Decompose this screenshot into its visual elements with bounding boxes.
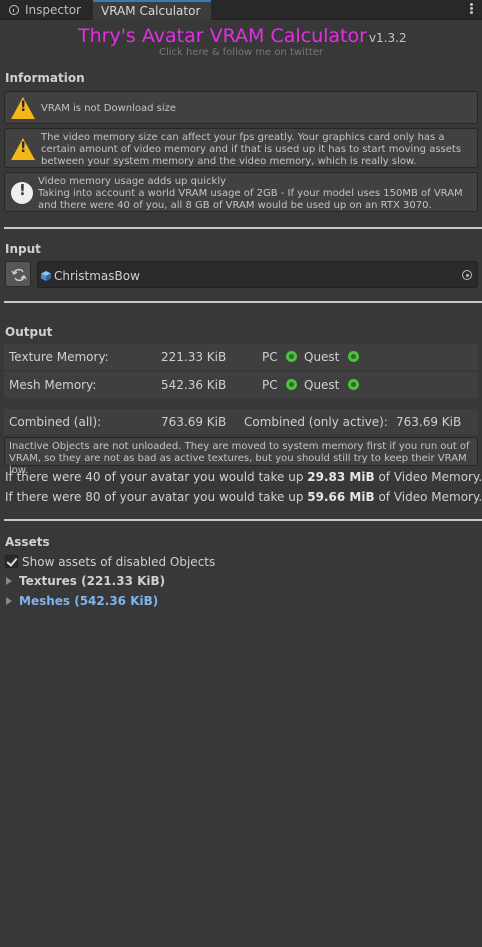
pc-label: PC	[262, 378, 278, 392]
warning-icon	[11, 97, 35, 119]
tab-vram-calculator[interactable]: VRAM Calculator	[93, 0, 211, 20]
object-field-value: ChristmasBow	[54, 269, 140, 283]
vram-80-avatars-line: If there were 80 of your avatar you woul…	[5, 490, 482, 504]
quest-label: Quest	[304, 378, 340, 392]
twitter-link[interactable]: Click here & follow me on twitter	[0, 47, 482, 58]
meshes-foldout[interactable]: Meshes (542.36 KiB)	[19, 594, 158, 608]
quest-ok-icon	[348, 351, 359, 362]
tab-inspector[interactable]: Inspector	[0, 0, 92, 20]
vram-calculator-panel: Thry's Avatar VRAM Calculator v1.3.2 Clic…	[0, 21, 482, 947]
help-text: Video memory usage adds up quickly Takin…	[38, 176, 463, 211]
version-label: v1.3.2	[368, 31, 407, 45]
refresh-button[interactable]	[5, 261, 31, 287]
combined-all-label: Combined (all):	[9, 415, 102, 429]
pc-ok-icon	[286, 379, 297, 390]
assets-heading: Assets	[5, 535, 50, 549]
vram-40-avatars-line: If there were 40 of your avatar you woul…	[5, 470, 482, 484]
title-text: Thry's Avatar VRAM Calculator	[78, 25, 367, 47]
tab-bar: Inspector VRAM Calculator	[0, 0, 482, 20]
combined-row: Combined (all): 763.69 KiB Combined (onl…	[4, 409, 478, 435]
pc-ok-icon	[286, 351, 297, 362]
combined-all-value: 763.69 KiB	[161, 415, 227, 429]
divider	[4, 227, 482, 229]
help-text: VRAM is not Download size	[41, 103, 177, 114]
information-heading: Information	[5, 71, 85, 85]
info-icon	[11, 182, 33, 204]
help-box-download: VRAM is not Download size	[4, 91, 478, 124]
input-heading: Input	[5, 242, 41, 256]
textures-foldout-arrow-icon[interactable]	[6, 577, 12, 585]
textures-foldout[interactable]: Textures (221.33 KiB)	[19, 574, 165, 588]
divider	[4, 519, 482, 521]
row-value: 542.36 KiB	[161, 378, 227, 392]
quest-label: Quest	[304, 350, 340, 364]
tab-inspector-label: Inspector	[25, 3, 81, 17]
prefab-cube-icon	[41, 271, 51, 281]
show-disabled-label: Show assets of disabled Objects	[22, 555, 216, 569]
vram-40-value: 29.83 MiB	[307, 470, 375, 484]
app-title: Thry's Avatar VRAM Calculator v1.3.2	[78, 25, 407, 47]
row-label: Mesh Memory:	[9, 378, 97, 392]
combined-active-value: 763.69 KiB	[396, 415, 462, 429]
help-box-usage: Video memory usage adds up quickly Takin…	[4, 172, 478, 212]
show-disabled-checkbox[interactable]	[5, 555, 18, 568]
divider	[4, 301, 482, 303]
warning-icon	[11, 138, 35, 160]
inactive-objects-note: Inactive Objects are not unloaded. They …	[4, 437, 478, 476]
help-text: The video memory size can affect your fp…	[41, 132, 462, 167]
object-picker-icon[interactable]	[462, 270, 472, 280]
vram-80-value: 59.66 MiB	[307, 490, 375, 504]
quest-ok-icon	[348, 379, 359, 390]
row-label: Texture Memory:	[9, 350, 109, 364]
refresh-icon	[11, 268, 27, 282]
help-box-fps: The video memory size can affect your fp…	[4, 128, 478, 168]
more-options-icon[interactable]	[470, 3, 474, 15]
info-icon	[9, 5, 19, 15]
avatar-object-field[interactable]: ChristmasBow	[37, 261, 478, 288]
row-value: 221.33 KiB	[161, 350, 227, 364]
meshes-foldout-arrow-icon[interactable]	[6, 597, 12, 605]
texture-memory-row: Texture Memory: 221.33 KiB PC Quest	[4, 344, 478, 370]
mesh-memory-row: Mesh Memory: 542.36 KiB PC Quest	[4, 372, 478, 398]
output-heading: Output	[5, 325, 53, 339]
combined-active-label: Combined (only active):	[244, 415, 388, 429]
pc-label: PC	[262, 350, 278, 364]
